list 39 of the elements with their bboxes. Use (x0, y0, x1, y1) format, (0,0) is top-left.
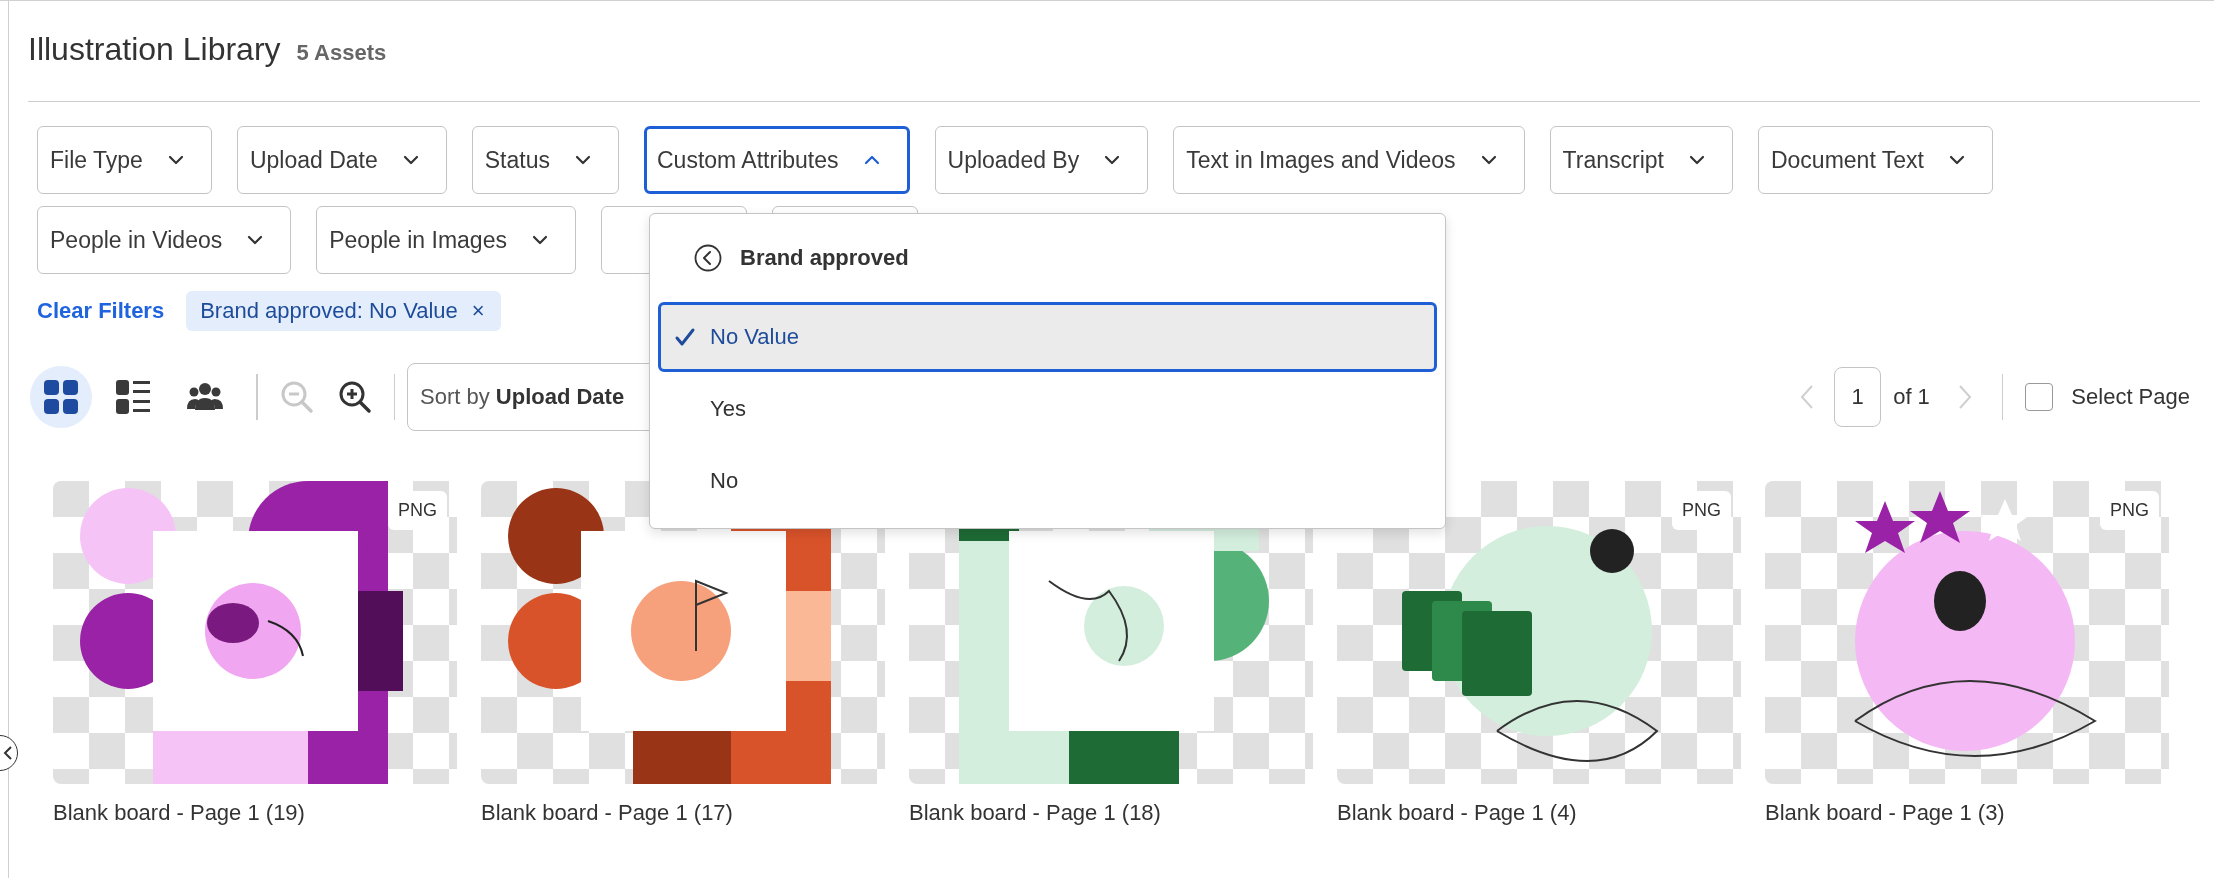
filter-dropdown[interactable]: Uploaded By (934, 126, 1149, 194)
asset-name[interactable]: Blank board - Page 1 (19) (53, 800, 457, 826)
chevron-left-icon (1799, 384, 1816, 410)
chevron-left-icon (3, 745, 13, 761)
file-type-badge: PNG (1672, 491, 1731, 530)
dropdown-option[interactable]: No Value (658, 302, 1437, 372)
filter-dropdown[interactable]: People in Videos (37, 206, 292, 274)
filter-dropdown[interactable]: Document Text (1757, 126, 1993, 194)
filter-dropdown[interactable]: Transcript (1549, 126, 1733, 194)
zoom-out-icon (279, 380, 314, 414)
dropdown-option[interactable]: No (658, 446, 1437, 516)
filter-dropdown[interactable]: People in Images (316, 206, 576, 274)
page-number-field[interactable]: 1 (1834, 367, 1882, 427)
page-title: Illustration Library (28, 31, 281, 68)
filter-dropdown[interactable]: Status (471, 126, 619, 194)
asset-count: 5 Assets (296, 40, 387, 66)
filter-chip-label: Brand approved: No Value (200, 298, 458, 324)
asset-name[interactable]: Blank board - Page 1 (18) (909, 800, 1313, 826)
dropdown-title: Brand approved (740, 245, 909, 271)
zoom-in-icon (337, 380, 372, 414)
filter-dropdown[interactable]: Text in Images and Videos (1173, 126, 1525, 194)
asset-name[interactable]: Blank board - Page 1 (4) (1337, 800, 1741, 826)
chevron-right-icon (1956, 384, 1973, 410)
checkbox[interactable] (2025, 383, 2054, 411)
select-page-label: Select Page (2071, 384, 2190, 410)
list-view-icon (114, 378, 152, 416)
filter-dropdown[interactable]: Upload Date (236, 126, 447, 194)
check-icon (674, 326, 696, 348)
file-type-badge: PNG (2100, 491, 2159, 530)
remove-filter-button[interactable]: × (471, 298, 485, 324)
file-type-badge: PNG (388, 491, 447, 530)
grid-view-icon (42, 378, 80, 416)
asset-name[interactable]: Blank board - Page 1 (17) (481, 800, 885, 826)
page-total: of 1 (1893, 384, 1930, 410)
back-icon[interactable] (694, 244, 722, 272)
filter-dropdown[interactable]: Custom Attributes (644, 126, 910, 194)
clear-filters-link[interactable]: Clear Filters (37, 298, 165, 324)
asset-name[interactable]: Blank board - Page 1 (3) (1765, 800, 2169, 826)
filter-dropdown[interactable]: File Type (37, 126, 212, 194)
